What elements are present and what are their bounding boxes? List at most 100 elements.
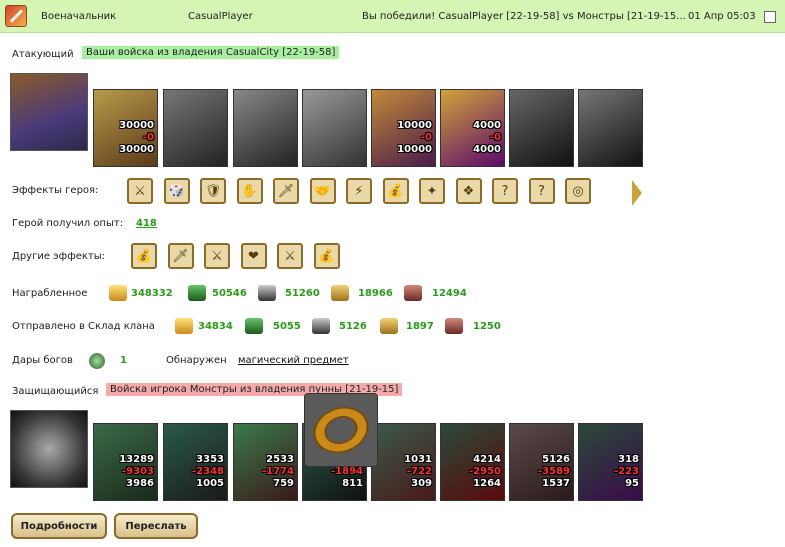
sent-value-2: 5055 [273,321,301,332]
battle-result: Вы победили! CasualPlayer [22-19-58] vs … [362,11,686,22]
defender-unit-3-loss: -1774 [262,466,294,477]
details-button[interactable]: Подробности [11,513,107,539]
defender-unit-5-loss: -722 [406,466,432,477]
defender-unit-7-remaining: 1537 [542,478,570,489]
sent-grain-icon [380,318,398,334]
forward-button[interactable]: Переслать [114,513,198,539]
defender-unit-2-loss: -2348 [192,466,224,477]
attacker-tag: Ваши войска из владения CasualCity [22-1… [82,46,340,59]
defender-unit-1[interactable]: 13289 -9303 3986 [93,423,158,501]
attacker-unit-3[interactable] [233,89,298,167]
sent-wood-icon [245,318,263,334]
defender-unit-6[interactable]: 4214 -2950 1264 [440,423,505,501]
loot-grain-icon [331,285,349,301]
attacker-unit-1[interactable]: 30000 -0 30000 [93,89,158,167]
defender-unit-2-remaining: 1005 [196,478,224,489]
other-effect-1-icon[interactable]: 💰 [131,243,157,269]
loot-value-4: 18966 [358,288,393,299]
sent-value-1: 34834 [198,321,233,332]
found-label: Обнаружен [166,355,227,366]
attacker-unit-6-count: 4000 [473,120,501,131]
hero-effect-4-icon[interactable]: ✋ [236,178,263,204]
loot-label: Награбленное [12,288,88,299]
attacker-unit-8[interactable] [578,89,643,167]
select-checkbox[interactable] [764,11,776,23]
other-effect-3-icon[interactable]: ⚔ [204,243,230,269]
scroll-right-arrow-icon[interactable] [632,180,642,206]
experience-value[interactable]: 418 [136,218,157,229]
other-effect-2-icon[interactable]: 🗡 [167,243,194,269]
defender-unit-1-loss: -9303 [122,466,154,477]
hero-effect-11-icon[interactable]: ? [492,178,518,204]
defender-unit-1-count: 13289 [119,454,154,465]
other-effect-5-icon[interactable]: ⚔ [277,243,303,269]
gift-orb-icon [89,353,105,369]
hero-effect-12-icon[interactable]: ? [528,178,555,204]
hero-effect-3-icon[interactable]: 🛡 [200,178,226,204]
loot-brick-icon [404,285,422,301]
hero-effect-2-icon[interactable]: 🎲 [163,178,190,204]
hero-effect-6-icon[interactable]: 🤝 [309,178,336,204]
gifts-label: Дары богов [12,355,73,366]
loot-ore-icon [258,285,276,301]
defender-unit-7[interactable]: 5126 -3589 1537 [509,423,574,501]
sent-label: Отправлено в Склад клана [12,321,155,332]
attacker-unit-1-count: 30000 [119,120,154,131]
attacker-unit-2[interactable] [163,89,228,167]
other-effects-label: Другие эффекты: [12,251,106,262]
hero-effect-10-icon[interactable]: ❖ [455,178,482,204]
attacker-unit-1-remaining: 30000 [119,144,154,155]
attacker-unit-6-loss: -0 [489,132,501,143]
defender-unit-7-count: 5126 [542,454,570,465]
defender-unit-8[interactable]: 318 -223 95 [578,423,643,501]
other-effect-4-icon[interactable]: ❤ [240,243,267,269]
defender-unit-2-count: 3353 [196,454,224,465]
sent-value-4: 1897 [406,321,434,332]
experience-label: Герой получил опыт: [12,218,124,229]
attacker-unit-6-remaining: 4000 [473,144,501,155]
defender-unit-6-count: 4214 [473,454,501,465]
hero-effect-7-icon[interactable]: ⚡ [346,178,372,204]
player-name: CasualPlayer [188,11,253,22]
attacker-unit-1-loss: -0 [142,132,154,143]
loot-value-5: 12494 [432,288,467,299]
report-header: Военачальник CasualPlayer Вы победили! C… [0,0,785,33]
attacker-label: Атакующий [12,49,74,60]
loot-gold-icon [109,285,127,301]
loot-value-3: 51260 [285,288,320,299]
attacker-unit-6[interactable]: 4000 -0 4000 [440,89,505,167]
hero-effect-13-icon[interactable]: ◎ [565,178,591,204]
attacker-hero-portrait[interactable] [10,73,88,151]
attacker-unit-4[interactable] [302,89,367,167]
report-type: Военачальник [41,11,117,22]
defender-unit-7-loss: -3589 [538,466,570,477]
attacker-unit-5-loss: -0 [420,132,432,143]
attacker-unit-5-count: 10000 [397,120,432,131]
defender-unit-3[interactable]: 2533 -1774 759 [233,423,298,501]
attacker-unit-7[interactable] [509,89,574,167]
defender-unit-5-count: 1031 [404,454,432,465]
defender-unit-6-remaining: 1264 [473,478,501,489]
sword-icon [5,5,27,27]
hero-effect-5-icon[interactable]: 🗡 [273,178,299,204]
hero-effect-8-icon[interactable]: 💰 [382,178,409,204]
defender-unit-1-remaining: 3986 [126,478,154,489]
defender-unit-5[interactable]: 1031 -722 309 [371,423,436,501]
sent-value-5: 1250 [473,321,501,332]
sent-value-3: 5126 [339,321,367,332]
report-date: 01 Апр 05:03 [688,11,756,22]
attacker-unit-5[interactable]: 10000 -0 10000 [371,89,436,167]
magic-item-link[interactable]: магический предмет [238,355,349,366]
loot-wood-icon [188,285,206,301]
hero-effect-1-icon[interactable]: ⚔ [127,178,153,204]
defender-unit-8-remaining: 95 [625,478,639,489]
sent-brick-icon [445,318,463,334]
other-effect-6-icon[interactable]: 💰 [313,243,340,269]
hero-effect-9-icon[interactable]: ✦ [419,178,445,204]
defender-label: Защищающийся [12,386,99,397]
sent-gold-icon [175,318,193,334]
defender-unit-5-remaining: 309 [411,478,432,489]
defender-hero-portrait[interactable] [10,410,88,488]
ring-icon [309,401,373,459]
defender-unit-2[interactable]: 3353 -2348 1005 [163,423,228,501]
